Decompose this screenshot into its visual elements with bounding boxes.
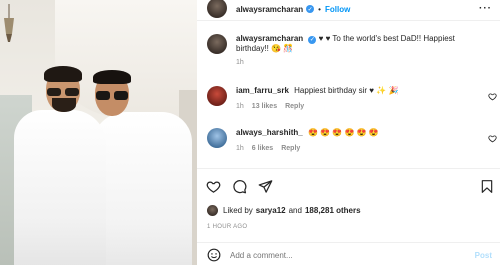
liked-by-prefix: Liked by — [223, 206, 253, 215]
person-right-shirt — [92, 112, 192, 265]
liked-by-user[interactable]: sarya12 — [256, 206, 286, 215]
instagram-post: alwaysramcharan ✓ • Follow alwaysramchar… — [0, 0, 500, 265]
caption-time: 1h — [236, 59, 244, 66]
post-sidebar: alwaysramcharan ✓ • Follow alwaysramchar… — [197, 0, 500, 265]
comment-reply-button[interactable]: Reply — [285, 102, 304, 112]
comment-input[interactable] — [230, 250, 460, 260]
comment-avatar[interactable] — [207, 86, 227, 106]
post-timestamp[interactable]: 1 HOUR AGO — [207, 224, 247, 230]
post-button[interactable]: Post — [475, 251, 492, 260]
post-header: alwaysramcharan ✓ • Follow — [207, 0, 492, 18]
comment-reply-button[interactable]: Reply — [281, 144, 300, 154]
follow-button[interactable]: Follow — [325, 5, 350, 14]
comment-likes[interactable]: 13 likes — [252, 102, 277, 112]
caption-verified-icon: ✓ — [308, 36, 317, 44]
more-icon[interactable]: ··· — [479, 3, 492, 14]
caption: alwaysramcharan ✓ ♥ ♥ To the world's bes… — [207, 34, 492, 68]
comment-like-icon[interactable] — [488, 134, 497, 143]
caption-avatar[interactable] — [207, 34, 227, 54]
comment-time: 1h — [236, 145, 244, 152]
bookmark-icon[interactable] — [479, 178, 495, 194]
comment-username[interactable]: iam_farru_srk — [236, 86, 289, 95]
liked-by-avatar[interactable] — [207, 205, 218, 216]
person-left-sunglasses — [47, 88, 79, 96]
post-photo[interactable] — [0, 0, 197, 265]
comment-composer: Post — [207, 248, 492, 262]
liked-by-connector: and — [288, 206, 302, 215]
person-left-shirt — [14, 110, 106, 265]
share-icon[interactable] — [257, 178, 273, 194]
person-right-hair — [93, 70, 131, 84]
person-left-hair — [44, 66, 82, 82]
liked-by-others[interactable]: 188,281 others — [305, 206, 361, 215]
comment-item: iam_farru_srk Happiest birthday sir ♥ ✨ … — [207, 86, 497, 112]
chandelier — [4, 4, 14, 42]
comment-avatar[interactable] — [207, 128, 227, 148]
person-left-beard — [52, 98, 76, 112]
comment-item: always_harshith_ 😍 😍 😍 😍 😍 😍 1h 6 likes … — [207, 128, 497, 154]
separator-dot: • — [318, 4, 321, 14]
action-bar — [205, 178, 495, 194]
comment-like-icon[interactable] — [488, 92, 497, 101]
verified-icon: ✓ — [306, 5, 315, 13]
comment-icon[interactable] — [231, 178, 247, 194]
liked-by: Liked by sarya12 and 188,281 others — [207, 205, 492, 216]
heart-icon[interactable] — [205, 178, 221, 194]
comment-text: 😍 😍 😍 😍 😍 😍 — [307, 128, 379, 137]
composer-divider — [197, 242, 500, 243]
caption-username[interactable]: alwaysramcharan — [236, 34, 303, 43]
comment-text: Happiest birthday sir ♥ ✨ 🎉 — [294, 86, 399, 95]
emoji-icon[interactable] — [207, 248, 221, 262]
comment-likes[interactable]: 6 likes — [252, 144, 273, 154]
comment-time: 1h — [236, 103, 244, 110]
author-avatar[interactable] — [207, 0, 227, 18]
actions-divider — [197, 168, 500, 169]
header-divider — [197, 20, 500, 21]
comment-username[interactable]: always_harshith_ — [236, 128, 303, 137]
person-right-sunglasses — [96, 91, 128, 100]
author-username[interactable]: alwaysramcharan — [236, 5, 303, 14]
